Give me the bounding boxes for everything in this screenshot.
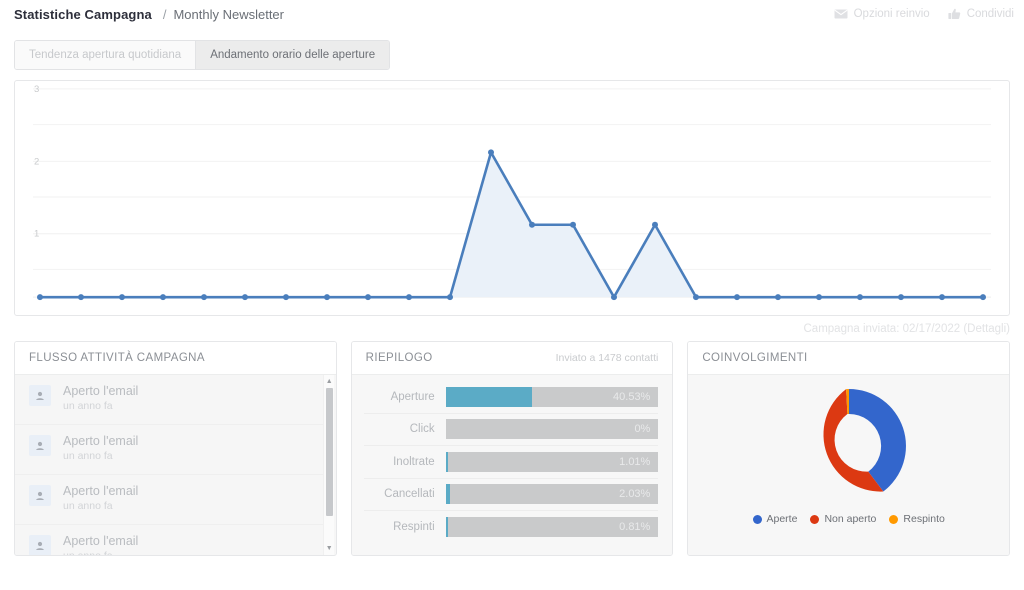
page-title: Statistiche Campagna <box>14 7 152 22</box>
summary-row-fill <box>446 484 450 504</box>
summary-row-label: Inoltrate <box>364 456 446 468</box>
hourly-opens-chart-card: 3 2 1 <box>14 80 1010 316</box>
activity-flow-panel: FLUSSO ATTIVITÀ CAMPAGNA Aperto l'email … <box>14 341 337 556</box>
y-tick-2: 2 <box>34 156 39 167</box>
y-tick-3: 3 <box>34 84 39 95</box>
legend-color-swatch <box>810 515 819 524</box>
summary-row-value: 0.81% <box>619 517 650 537</box>
chart-tabs: Tendenza apertura quotidiana Andamento o… <box>14 40 390 70</box>
legend-item-aperte[interactable]: Aperte <box>753 513 798 525</box>
table-row: Aperture 40.53% <box>364 381 659 414</box>
activity-item-time: un anno fa <box>63 500 138 512</box>
engagement-legend: Aperte Non aperto Respinto <box>753 513 945 525</box>
summary-row-value: 1.01% <box>619 452 650 472</box>
summary-subtitle: Inviato a 1478 contatti <box>556 352 659 364</box>
table-row: Cancellati 2.03% <box>364 479 659 512</box>
summary-row-label: Cancellati <box>364 488 446 500</box>
envelope-icon <box>834 9 848 19</box>
summary-title: RIEPILOGO <box>366 352 433 364</box>
engagement-body: Aperte Non aperto Respinto <box>688 375 1009 555</box>
thumbs-up-icon <box>948 8 961 20</box>
top-header-bar: Statistiche Campagna / Monthly Newslette… <box>0 0 1024 28</box>
summary-body: Aperture 40.53% Click 0% Inoltrate 1.01% <box>352 375 673 555</box>
engagement-header: COINVOLGIMENTI <box>688 342 1009 375</box>
person-icon <box>29 535 51 555</box>
list-item[interactable]: Aperto l'email un anno fa <box>15 525 326 555</box>
person-icon <box>29 385 51 406</box>
scroll-up-arrow-icon[interactable]: ▲ <box>324 376 335 387</box>
tab-tendenza-apertura-quotidiana[interactable]: Tendenza apertura quotidiana <box>15 41 195 69</box>
breadcrumb-separator: / <box>163 7 167 22</box>
summary-row-fill <box>446 517 449 537</box>
summary-header: RIEPILOGO Inviato a 1478 contatti <box>352 342 673 375</box>
chart-y-axis-labels: 3 2 1 <box>34 84 39 240</box>
legend-label: Non aperto <box>824 513 876 525</box>
hourly-opens-chart[interactable]: 3 2 1 <box>15 81 1009 315</box>
summary-row-bar: 0% <box>446 419 659 439</box>
scrollbar-thumb[interactable] <box>326 388 333 516</box>
scroll-down-arrow-icon[interactable]: ▼ <box>324 543 335 554</box>
share-label: Condividi <box>967 8 1014 20</box>
summary-row-bar: 40.53% <box>446 387 659 407</box>
summary-row-fill <box>446 452 449 472</box>
legend-label: Respinto <box>903 513 944 525</box>
summary-row-value: 2.03% <box>619 484 650 504</box>
table-row: Respinti 0.81% <box>364 511 659 544</box>
summary-row-value: 0% <box>634 419 650 439</box>
activity-item-title: Aperto l'email <box>63 434 138 448</box>
legend-color-swatch <box>889 515 898 524</box>
engagement-title: COINVOLGIMENTI <box>702 352 807 364</box>
y-tick-1: 1 <box>34 229 39 240</box>
bottom-panels: FLUSSO ATTIVITÀ CAMPAGNA Aperto l'email … <box>0 335 1024 556</box>
summary-row-label: Respinti <box>364 521 446 533</box>
activity-flow-title: FLUSSO ATTIVITÀ CAMPAGNA <box>29 352 205 364</box>
summary-row-bar: 2.03% <box>446 484 659 504</box>
engagement-panel: COINVOLGIMENTI Aperte <box>687 341 1010 556</box>
resend-options-label: Opzioni reinvio <box>854 8 930 20</box>
list-item[interactable]: Aperto l'email un anno fa <box>15 425 326 475</box>
person-icon <box>29 485 51 506</box>
activity-item-title: Aperto l'email <box>63 484 138 498</box>
summary-row-fill <box>446 387 532 407</box>
list-item[interactable]: Aperto l'email un anno fa <box>15 375 326 425</box>
summary-row-bar: 1.01% <box>446 452 659 472</box>
activity-scrollbar[interactable]: ▲ ▼ <box>323 375 334 555</box>
table-row: Click 0% <box>364 414 659 447</box>
person-icon <box>29 435 51 456</box>
activity-item-time: un anno fa <box>63 400 138 412</box>
activity-list[interactable]: Aperto l'email un anno fa Aperto l'email… <box>15 375 336 555</box>
summary-row-label: Aperture <box>364 391 446 403</box>
activity-flow-body: Aperto l'email un anno fa Aperto l'email… <box>15 375 336 555</box>
campaign-sent-caption[interactable]: Campagna inviata: 02/17/2022 (Dettagli) <box>0 316 1024 335</box>
summary-panel: RIEPILOGO Inviato a 1478 contatti Apertu… <box>351 341 674 556</box>
legend-item-respinto[interactable]: Respinto <box>889 513 944 525</box>
tab-andamento-orario-aperture[interactable]: Andamento orario delle aperture <box>195 41 389 69</box>
summary-row-bar: 0.81% <box>446 517 659 537</box>
activity-item-time: un anno fa <box>63 550 138 555</box>
donut-slices <box>823 389 905 492</box>
activity-item-title: Aperto l'email <box>63 534 138 548</box>
activity-item-time: un anno fa <box>63 450 138 462</box>
chart-area-fill <box>40 152 983 297</box>
chart-tabs-container: Tendenza apertura quotidiana Andamento o… <box>0 28 1024 70</box>
summary-row-label: Click <box>364 423 446 435</box>
legend-color-swatch <box>753 515 762 524</box>
table-row: Inoltrate 1.01% <box>364 446 659 479</box>
legend-item-non-aperto[interactable]: Non aperto <box>810 513 876 525</box>
breadcrumb-campaign-name: Monthly Newsletter <box>173 7 284 22</box>
engagement-donut-chart[interactable] <box>779 381 919 511</box>
share-button[interactable]: Condividi <box>948 8 1014 20</box>
activity-flow-header: FLUSSO ATTIVITÀ CAMPAGNA <box>15 342 336 375</box>
summary-row-value: 40.53% <box>613 387 650 407</box>
resend-options-button[interactable]: Opzioni reinvio <box>834 8 930 20</box>
activity-item-title: Aperto l'email <box>63 384 138 398</box>
legend-label: Aperte <box>767 513 798 525</box>
header-actions: Opzioni reinvio Condividi <box>834 0 1014 28</box>
list-item[interactable]: Aperto l'email un anno fa <box>15 475 326 525</box>
